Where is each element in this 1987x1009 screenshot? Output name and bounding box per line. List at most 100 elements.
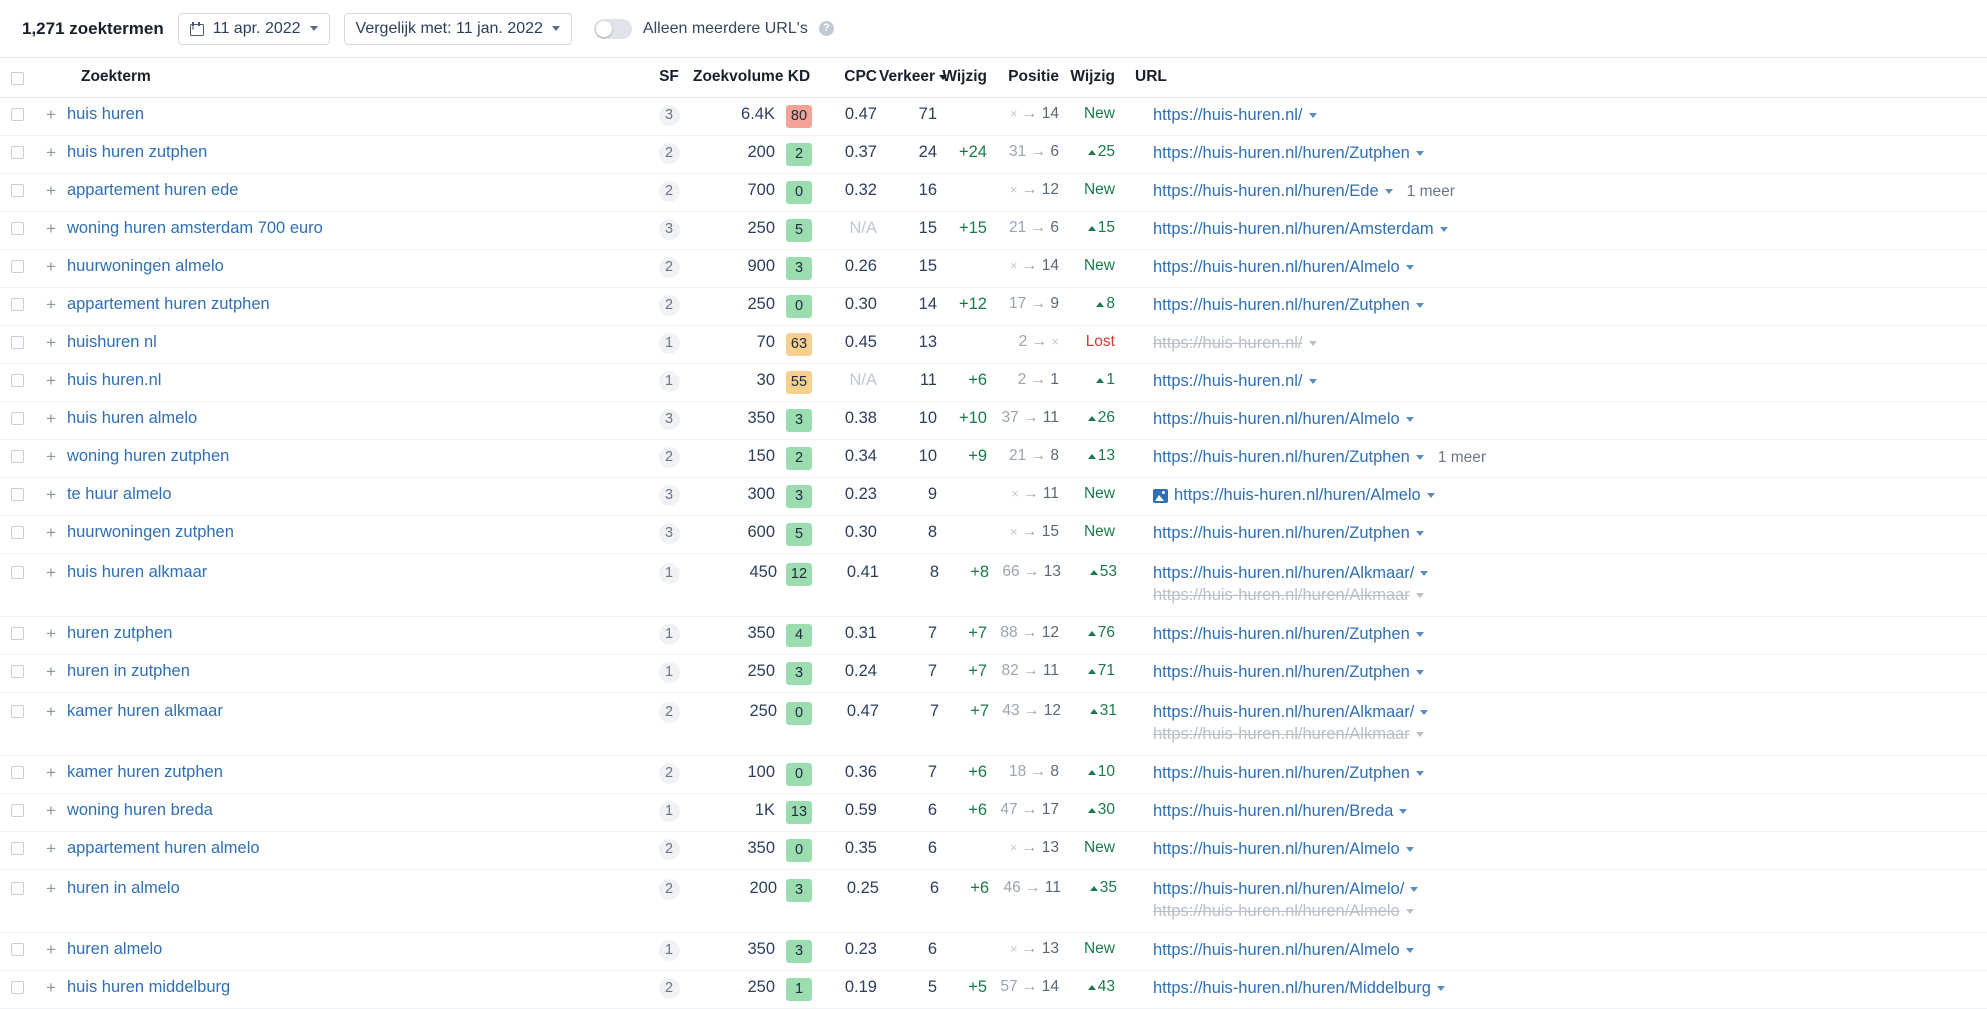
chevron-down-icon[interactable]	[1405, 948, 1414, 954]
row-checkbox[interactable]	[10, 626, 24, 640]
row-checkbox[interactable]	[10, 260, 24, 273]
ranking-url-link[interactable]: https://huis-huren.nl/huren/Alkmaar	[1153, 585, 1410, 607]
add-keyword-icon[interactable]: +	[46, 410, 56, 427]
chevron-down-icon[interactable]	[1415, 670, 1424, 676]
chevron-down-icon[interactable]	[1415, 531, 1424, 537]
ranking-url-link[interactable]: https://huis-huren.nl/	[1153, 105, 1303, 127]
chevron-down-icon[interactable]	[1415, 455, 1424, 461]
multiple-urls-toggle[interactable]	[593, 18, 632, 39]
select-all-checkbox[interactable]	[10, 72, 24, 85]
ranking-url-link[interactable]: https://huis-huren.nl/huren/Almelo	[1153, 940, 1400, 962]
row-checkbox[interactable]	[10, 374, 24, 387]
add-keyword-icon[interactable]: +	[46, 941, 56, 958]
chevron-down-icon[interactable]	[1308, 341, 1317, 347]
add-keyword-icon[interactable]: +	[46, 703, 56, 720]
chevron-down-icon[interactable]	[1399, 809, 1408, 815]
chevron-down-icon[interactable]	[1415, 771, 1424, 777]
add-keyword-icon[interactable]: +	[46, 372, 56, 389]
row-checkbox[interactable]	[10, 980, 24, 994]
keyword-link[interactable]: kamer huren zutphen	[67, 763, 223, 782]
row-checkbox[interactable]	[10, 298, 24, 311]
ranking-url-link[interactable]: https://huis-huren.nl/huren/Zutphen	[1153, 624, 1410, 646]
ranking-url-link[interactable]: https://huis-huren.nl/huren/Alkmaar/	[1153, 702, 1414, 724]
chevron-down-icon[interactable]	[1405, 847, 1414, 853]
add-keyword-icon[interactable]: +	[46, 486, 56, 503]
ranking-url-link[interactable]: https://huis-huren.nl/huren/Amsterdam	[1153, 219, 1434, 241]
row-checkbox[interactable]	[10, 450, 24, 463]
ranking-url-link[interactable]: https://huis-huren.nl/huren/Zutphen	[1153, 447, 1410, 469]
help-icon[interactable]: ?	[818, 21, 834, 36]
chevron-down-icon[interactable]	[1405, 909, 1414, 915]
keyword-link[interactable]: appartement huren almelo	[67, 839, 260, 858]
keyword-link[interactable]: huren in zutphen	[67, 662, 190, 681]
add-keyword-icon[interactable]: +	[46, 802, 56, 819]
keyword-link[interactable]: appartement huren zutphen	[67, 295, 270, 314]
more-urls-label[interactable]: 1 meer	[1407, 182, 1455, 203]
ranking-url-link[interactable]: https://huis-huren.nl/huren/Almelo	[1153, 257, 1400, 279]
add-keyword-icon[interactable]: +	[46, 448, 56, 465]
row-checkbox[interactable]	[10, 881, 24, 895]
chevron-down-icon[interactable]	[1426, 493, 1435, 499]
chevron-down-icon[interactable]	[1420, 710, 1429, 716]
ranking-url-link[interactable]: https://huis-huren.nl/huren/Zutphen	[1153, 295, 1410, 317]
keyword-link[interactable]: te huur almelo	[67, 485, 172, 504]
header-traffic-change[interactable]: Wijzig	[939, 58, 989, 98]
keyword-link[interactable]: huren zutphen	[67, 624, 173, 643]
chevron-down-icon[interactable]	[1308, 113, 1317, 119]
header-kd[interactable]: KD	[777, 58, 821, 98]
keyword-link[interactable]: kamer huren alkmaar	[67, 702, 223, 721]
ranking-url-link[interactable]: https://huis-huren.nl/huren/Zutphen	[1153, 662, 1410, 684]
ranking-url-link[interactable]: https://huis-huren.nl/huren/Almelo/	[1153, 879, 1404, 901]
chevron-down-icon[interactable]	[1410, 887, 1419, 893]
keyword-link[interactable]: huren almelo	[67, 940, 162, 959]
add-keyword-icon[interactable]: +	[46, 880, 56, 897]
ranking-url-link[interactable]: https://huis-huren.nl/huren/Breda	[1153, 801, 1393, 823]
header-volume[interactable]: Zoekvolume	[693, 58, 783, 98]
more-urls-label[interactable]: 1 meer	[1438, 448, 1486, 469]
header-sf[interactable]: SF	[645, 58, 693, 98]
add-keyword-icon[interactable]: +	[46, 979, 56, 996]
chevron-down-icon[interactable]	[1420, 571, 1429, 577]
ranking-url-link[interactable]: https://huis-huren.nl/	[1153, 333, 1303, 355]
add-keyword-icon[interactable]: +	[46, 182, 56, 199]
header-url[interactable]: URL	[1117, 58, 1987, 98]
keyword-link[interactable]: woning huren amsterdam 700 euro	[67, 219, 323, 238]
ranking-url-link[interactable]: https://huis-huren.nl/	[1153, 371, 1303, 393]
add-keyword-icon[interactable]: +	[46, 106, 56, 123]
add-keyword-icon[interactable]: +	[46, 764, 56, 781]
row-checkbox[interactable]	[10, 841, 24, 855]
ranking-url-link[interactable]: https://huis-huren.nl/huren/Zutphen	[1153, 143, 1410, 165]
chevron-down-icon[interactable]	[1415, 151, 1424, 157]
date-picker-button[interactable]: 11 apr. 2022	[177, 12, 330, 45]
chevron-down-icon[interactable]	[1384, 189, 1393, 195]
row-checkbox[interactable]	[10, 184, 24, 197]
keyword-link[interactable]: woning huren zutphen	[67, 447, 229, 466]
add-keyword-icon[interactable]: +	[46, 625, 56, 642]
keyword-link[interactable]: huis huren	[67, 105, 144, 124]
keyword-link[interactable]: huis huren middelburg	[67, 978, 230, 997]
chevron-down-icon[interactable]	[1439, 227, 1448, 233]
ranking-url-link[interactable]: https://huis-huren.nl/huren/Ede	[1153, 181, 1379, 203]
keyword-link[interactable]: woning huren breda	[67, 801, 213, 820]
chevron-down-icon[interactable]	[1415, 303, 1424, 309]
row-checkbox[interactable]	[10, 222, 24, 235]
add-keyword-icon[interactable]: +	[46, 524, 56, 541]
header-position-change[interactable]: Wijzig	[1061, 58, 1117, 98]
header-cpc[interactable]: CPC	[821, 58, 879, 98]
chevron-down-icon[interactable]	[1405, 417, 1414, 423]
compare-date-button[interactable]: Vergelijk met: 11 jan. 2022	[343, 12, 572, 45]
keyword-link[interactable]: huis huren alkmaar	[67, 563, 207, 582]
row-checkbox[interactable]	[10, 488, 24, 501]
ranking-url-link[interactable]: https://huis-huren.nl/huren/Almelo	[1153, 901, 1400, 923]
header-position[interactable]: Positie	[989, 58, 1061, 98]
keyword-link[interactable]: huren in almelo	[67, 879, 180, 898]
row-checkbox[interactable]	[10, 566, 24, 579]
add-keyword-icon[interactable]: +	[46, 144, 56, 161]
ranking-url-link[interactable]: https://huis-huren.nl/huren/Alkmaar/	[1153, 563, 1414, 585]
keyword-link[interactable]: huis huren zutphen	[67, 143, 207, 162]
keyword-link[interactable]: huishuren nl	[67, 333, 157, 352]
header-keyword[interactable]: Zoekterm	[34, 58, 645, 98]
add-keyword-icon[interactable]: +	[46, 663, 56, 680]
add-keyword-icon[interactable]: +	[46, 564, 56, 581]
row-checkbox[interactable]	[10, 942, 24, 956]
